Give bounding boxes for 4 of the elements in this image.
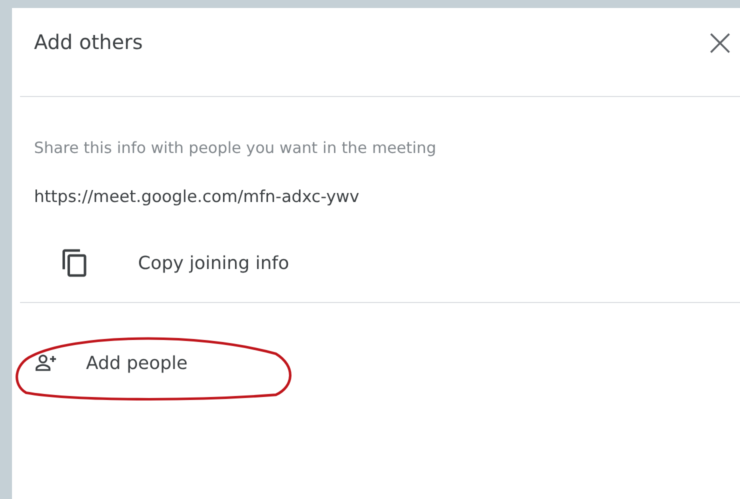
dialog-title: Add others <box>34 30 143 54</box>
copy-joining-info-button[interactable]: Copy joining info <box>60 248 290 278</box>
share-info-text: Share this info with people you want in the meeting <box>34 139 438 157</box>
close-button[interactable]: × <box>704 23 740 61</box>
